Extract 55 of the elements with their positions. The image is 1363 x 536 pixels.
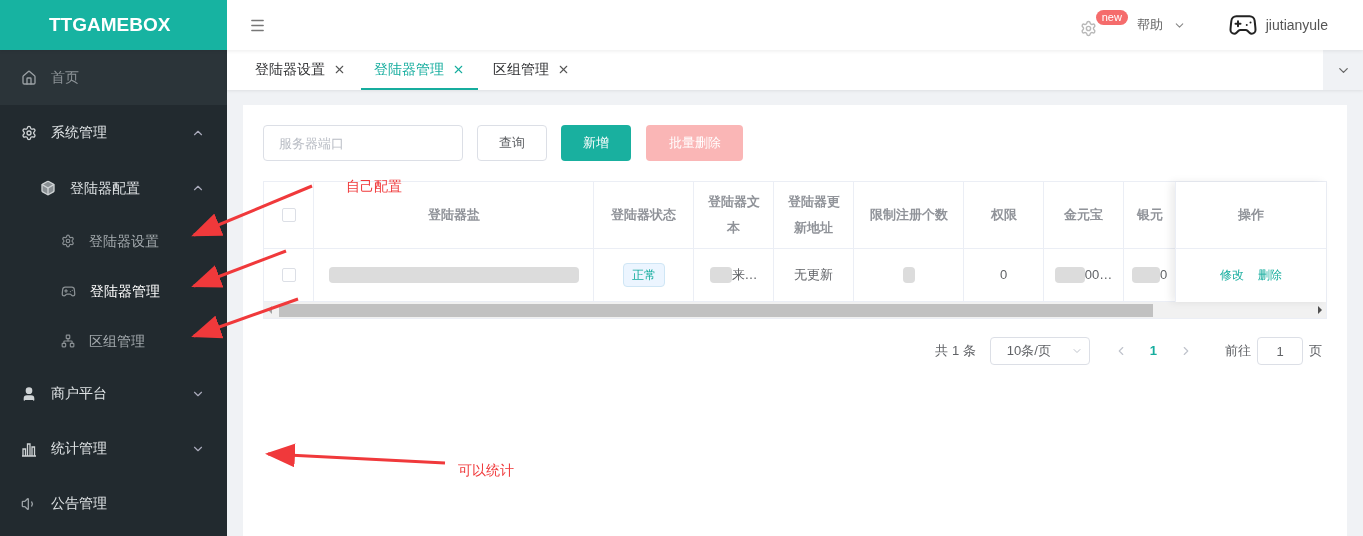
home-icon	[21, 69, 37, 86]
tab[interactable]: 区组管理	[480, 50, 583, 90]
row-checkbox[interactable]	[281, 268, 296, 282]
blurred-value	[1054, 267, 1085, 283]
scroll-right-icon[interactable]	[1318, 306, 1322, 314]
column-header: 登陆器文本	[694, 182, 774, 248]
sidebar-submenu[interactable]: 登陆器配置	[0, 160, 227, 216]
goto-page-field[interactable]: 1	[1257, 337, 1303, 365]
annotation-text: 可以统计	[458, 461, 514, 480]
scrollbar-thumb[interactable]	[279, 303, 1153, 317]
column-header: 登陆器更新地址	[774, 182, 854, 248]
hierarchy-icon	[61, 334, 75, 348]
tabs-dropdown[interactable]	[1323, 50, 1363, 90]
sidebar-subitem[interactable]: 登陆器管理	[0, 266, 227, 316]
new-badge: new	[1095, 9, 1128, 25]
column-header: 操作	[1176, 182, 1326, 249]
blurred-value	[709, 267, 732, 283]
gamepad-icon	[61, 283, 76, 299]
settings-icon[interactable]	[1079, 19, 1097, 37]
user-menu[interactable]: jiutianyule	[1227, 10, 1328, 40]
bar-chart-icon	[21, 440, 37, 457]
goto-label: 前往	[1225, 342, 1251, 361]
table-cell-text: 无更新	[794, 266, 833, 285]
sidebar-subitem[interactable]: 区组管理	[0, 316, 227, 366]
sidebar-item[interactable]: 商户平台	[0, 366, 227, 421]
sidebar-item[interactable]: 系统管理	[0, 105, 227, 160]
sidebar-item[interactable]: 首页	[0, 50, 227, 105]
column-header: 金元宝	[1044, 182, 1124, 248]
tab[interactable]: 登陆器设置	[242, 50, 359, 90]
total-count: 共 1 条	[935, 342, 976, 361]
blurred-value	[1131, 267, 1160, 283]
column-header: 限制注册个数	[854, 182, 964, 248]
user-icon	[21, 385, 37, 402]
table-cell-text: 00…	[1084, 266, 1113, 285]
cube-icon	[40, 180, 56, 196]
blurred-value	[902, 267, 915, 283]
annotation-text: 自己配置	[346, 177, 402, 196]
column-header: 登陆器状态	[594, 182, 694, 248]
sidebar-item[interactable]: 公告管理	[0, 476, 227, 531]
port-search-field[interactable]: 服务器端口	[263, 125, 463, 161]
settings-icon	[61, 234, 75, 248]
table-cell-text: 0	[1159, 266, 1168, 285]
table-cell-text: 来…	[731, 266, 758, 285]
select-all-checkbox[interactable]	[281, 208, 296, 222]
query-button[interactable]: 查询	[477, 125, 547, 161]
horizontal-scrollbar[interactable]	[264, 301, 1326, 318]
settings-icon	[21, 124, 37, 141]
sidebar-subitem[interactable]: 登陆器设置	[0, 216, 227, 266]
page-unit: 页	[1309, 342, 1322, 361]
column-header: 权限	[964, 182, 1044, 248]
status-tag: 正常	[622, 263, 665, 287]
table-cell-text: 0	[999, 266, 1008, 285]
help-menu[interactable]: 帮助	[1136, 15, 1186, 35]
sidebar-item[interactable]: 统计管理	[0, 421, 227, 476]
page-size-select[interactable]: 10条/页	[989, 337, 1090, 365]
